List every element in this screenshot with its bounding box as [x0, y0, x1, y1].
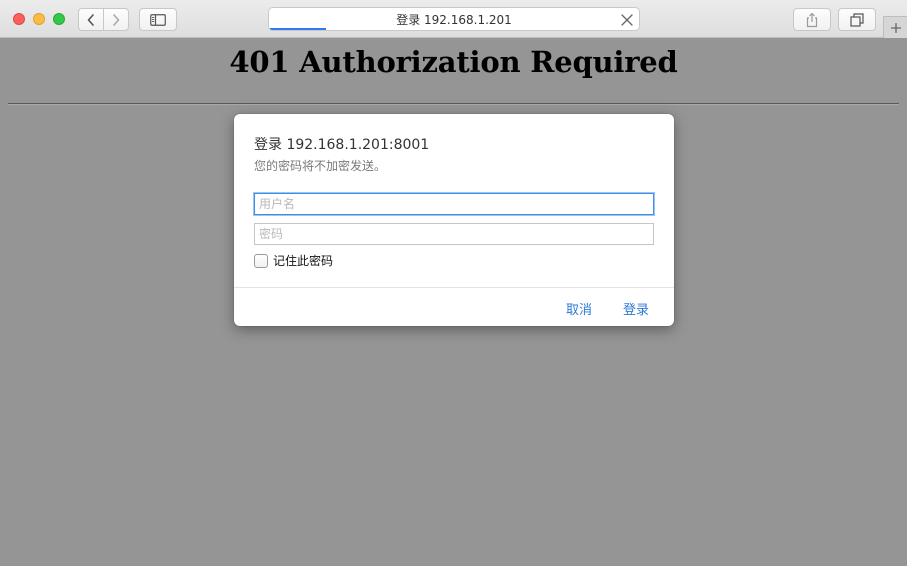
remember-password-label: 记住此密码 — [273, 254, 334, 268]
window-minimize-button[interactable] — [33, 13, 45, 25]
plus-icon — [890, 22, 901, 33]
tab-overview-icon — [850, 12, 864, 27]
tab-title: 登录 192.168.1.201 — [396, 12, 512, 27]
username-input[interactable] — [254, 193, 654, 215]
chevron-right-icon — [113, 13, 120, 26]
cancel-button[interactable]: 取消 — [566, 299, 592, 318]
password-input[interactable] — [254, 223, 654, 245]
close-icon[interactable] — [620, 13, 634, 27]
share-icon — [806, 12, 818, 27]
chevron-left-icon — [87, 13, 94, 26]
new-tab-button[interactable] — [883, 16, 907, 38]
back-button[interactable] — [78, 8, 104, 31]
tab-overview-button[interactable] — [838, 8, 876, 31]
sidebar-icon — [150, 13, 166, 26]
page-load-progress — [270, 28, 326, 30]
page-divider — [8, 103, 899, 105]
share-button[interactable] — [793, 8, 831, 31]
sidebar-toggle-button[interactable] — [139, 8, 177, 31]
login-button[interactable]: 登录 — [623, 299, 649, 318]
remember-password-checkbox[interactable] — [254, 253, 268, 268]
dialog-title: 登录 192.168.1.201:8001 — [254, 137, 430, 153]
dialog-separator — [234, 287, 674, 288]
address-bar[interactable]: 登录 192.168.1.201 — [268, 7, 640, 31]
browser-toolbar: 登录 192.168.1.201 — [0, 0, 907, 38]
auth-dialog: 登录 192.168.1.201:8001 您的密码将不加密发送。 记住此密码 … — [234, 114, 674, 326]
page-title: 401 Authorization Required — [229, 45, 678, 79]
forward-button[interactable] — [103, 8, 129, 31]
remember-password-row[interactable]: 记住此密码 — [254, 252, 333, 269]
window-close-button[interactable] — [13, 13, 25, 25]
dialog-subtitle: 您的密码将不加密发送。 — [254, 159, 387, 173]
window-zoom-button[interactable] — [53, 13, 65, 25]
